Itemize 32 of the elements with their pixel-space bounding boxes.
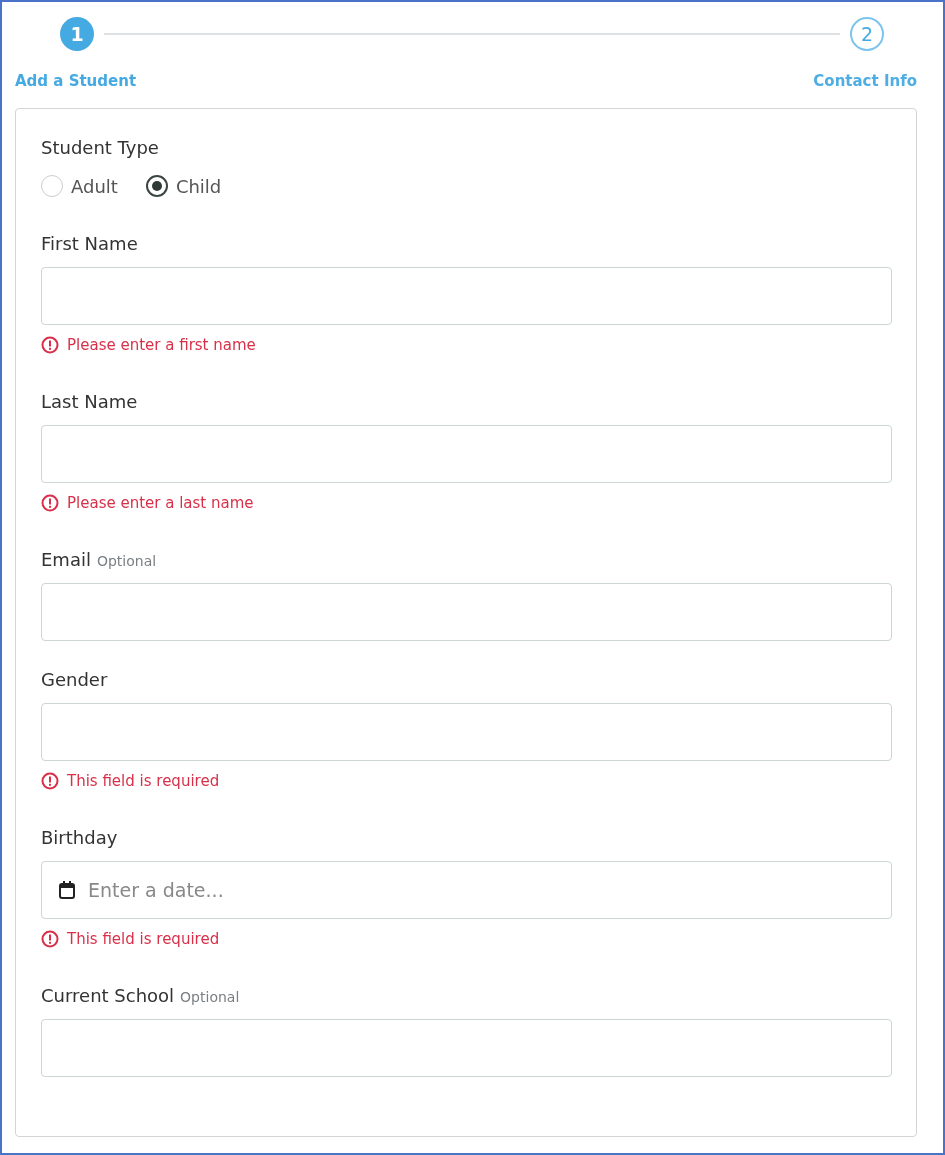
error-icon: [41, 336, 59, 354]
field-label: Student Type: [41, 137, 160, 159]
error-message: This field is required: [67, 772, 220, 790]
error-icon: [41, 494, 59, 512]
radio-button[interactable]: [145, 175, 168, 197]
input-field[interactable]: [41, 703, 892, 761]
input-field[interactable]: [41, 583, 892, 641]
field-label: Gender: [41, 669, 108, 691]
field-label: First Name: [41, 233, 138, 255]
error-message: This field is required: [67, 930, 220, 948]
radio-label: Adult: [71, 175, 118, 197]
error-message: Please enter a last name: [67, 494, 254, 512]
calendar-icon: [58, 880, 76, 900]
error-icon: [41, 930, 59, 948]
optional-tag: Optional: [96, 553, 157, 569]
step-number[interactable]: 2: [850, 17, 884, 51]
input-field[interactable]: [41, 425, 892, 483]
error-icon: [41, 772, 59, 790]
input-field[interactable]: [41, 1019, 892, 1077]
radio-label: Child: [175, 175, 222, 197]
optional-tag: Optional: [180, 989, 240, 1005]
field-label: Birthday: [41, 827, 118, 849]
field-label: Last Name: [41, 391, 138, 413]
input-field[interactable]: [41, 267, 892, 325]
step-label: Add a Student: [15, 72, 137, 90]
step-number[interactable]: 1: [60, 17, 94, 51]
date-field[interactable]: Enter a date...: [41, 861, 892, 919]
field-label: Current School: [41, 985, 175, 1007]
step-label: Contact Info: [813, 72, 917, 90]
field-label: Email: [41, 549, 91, 571]
placeholder: Enter a date...: [88, 879, 224, 901]
error-message: Please enter a first name: [67, 336, 256, 354]
